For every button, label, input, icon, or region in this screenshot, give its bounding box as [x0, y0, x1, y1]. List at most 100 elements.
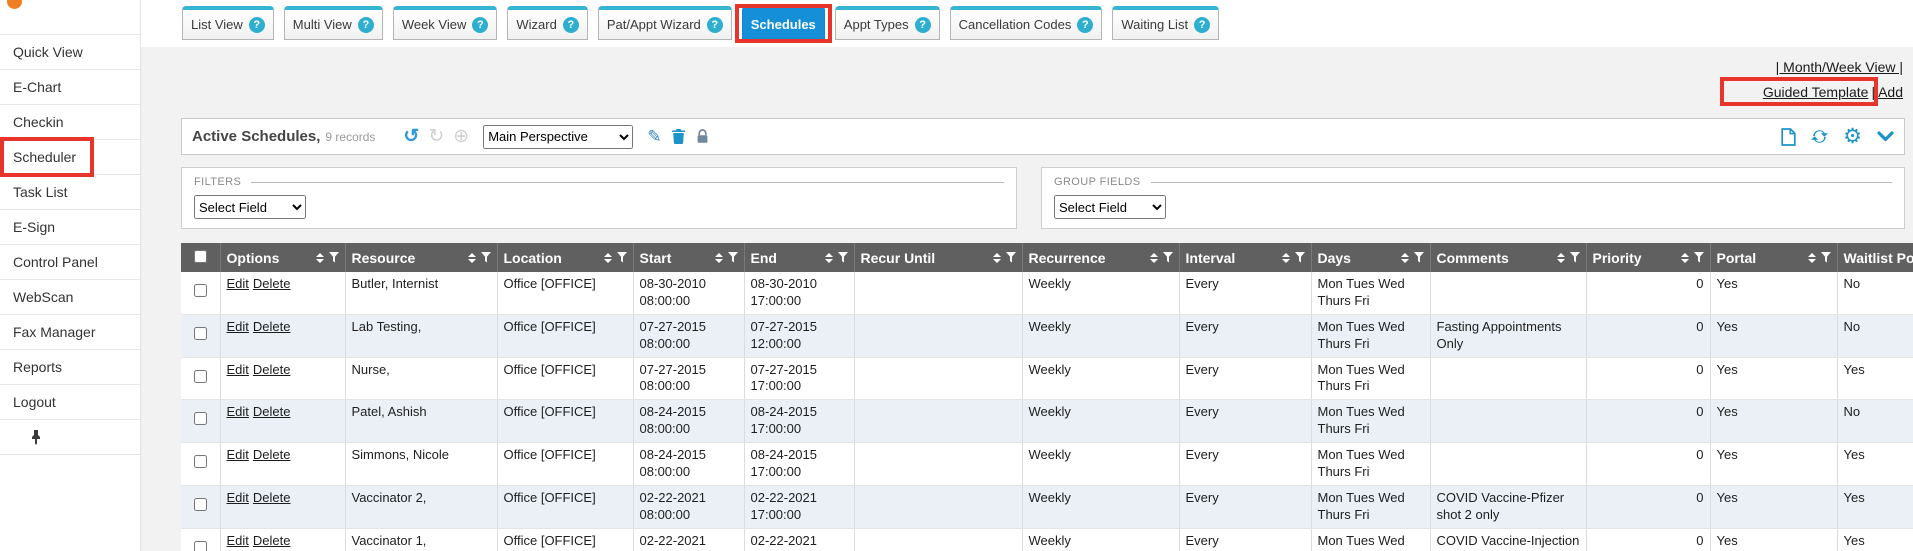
chevron-down-icon[interactable]	[1877, 131, 1894, 142]
sort-icon[interactable]	[1557, 253, 1565, 263]
edit-link[interactable]: Edit	[227, 362, 249, 377]
edit-link[interactable]: Edit	[227, 276, 249, 291]
portal-cell: Yes	[1710, 528, 1837, 551]
sort-icon[interactable]	[715, 253, 723, 263]
row-checkbox[interactable]	[194, 541, 207, 551]
sidebar-item-scheduler-label: Scheduler	[13, 149, 76, 165]
delete-link[interactable]: Delete	[253, 362, 291, 377]
tab-waiting-list[interactable]: Waiting List ?	[1112, 6, 1219, 40]
tab-pat-appt-wizard[interactable]: Pat/Appt Wizard ?	[598, 6, 732, 40]
sidebar-item-webscan[interactable]: WebScan	[0, 280, 140, 315]
filters-field-select[interactable]: Select Field	[194, 195, 306, 219]
sort-icon[interactable]	[1401, 253, 1409, 263]
filter-icon[interactable]	[838, 252, 848, 263]
filter-icon[interactable]	[1821, 252, 1831, 263]
edit-link[interactable]: Edit	[227, 404, 249, 419]
sort-icon[interactable]	[993, 253, 1001, 263]
sidebar-item-e-chart[interactable]: E-Chart	[0, 70, 140, 105]
month-week-view-link[interactable]: | Month/Week View |	[1776, 59, 1903, 75]
help-icon[interactable]: ?	[1194, 17, 1210, 33]
tab-multi-view-label: Multi View	[293, 17, 352, 32]
edit-link[interactable]: Edit	[227, 319, 249, 334]
resource-cell: Patel, Ashish	[345, 400, 497, 443]
help-icon[interactable]: ?	[472, 17, 488, 33]
start-date: 02-22-2021	[640, 533, 738, 550]
tab-wizard[interactable]: Wizard ?	[507, 6, 587, 40]
sidebar-item-fax-manager[interactable]: Fax Manager	[0, 315, 140, 350]
delete-link[interactable]: Delete	[253, 404, 291, 419]
sort-icon[interactable]	[1150, 253, 1158, 263]
sidebar-item-e-sign[interactable]: E-Sign	[0, 210, 140, 245]
help-icon[interactable]: ?	[249, 17, 265, 33]
help-icon[interactable]: ?	[707, 17, 723, 33]
filter-icon[interactable]	[728, 252, 738, 263]
column-header-comments: Comments	[1430, 243, 1586, 272]
help-icon[interactable]: ?	[1077, 17, 1093, 33]
end-cell: 08-24-201517:00:00	[744, 443, 854, 486]
sidebar-item-quick-view[interactable]: Quick View	[0, 35, 140, 70]
delete-link[interactable]: Delete	[253, 319, 291, 334]
tab-list-view[interactable]: List View ?	[182, 6, 274, 40]
filter-icon[interactable]	[1006, 252, 1016, 263]
new-document-icon[interactable]	[1781, 128, 1796, 146]
tab-appt-types[interactable]: Appt Types ?	[835, 6, 940, 40]
priority-cell: 0	[1586, 357, 1710, 400]
row-checkbox[interactable]	[194, 455, 207, 468]
refresh-icon[interactable]	[1811, 128, 1828, 145]
filter-icon[interactable]	[329, 252, 339, 263]
sort-icon[interactable]	[604, 253, 612, 263]
filter-icon[interactable]	[481, 252, 491, 263]
filter-icon[interactable]	[1694, 252, 1704, 263]
trash-icon[interactable]	[672, 129, 685, 144]
sidebar-item-task-list[interactable]: Task List	[0, 175, 140, 210]
tab-multi-view[interactable]: Multi View ?	[284, 6, 383, 40]
group-fields-select[interactable]: Select Field	[1054, 195, 1166, 219]
sidebar-item-reports[interactable]: Reports	[0, 350, 140, 385]
lock-icon[interactable]	[696, 129, 709, 144]
sort-icon[interactable]	[1808, 253, 1816, 263]
filter-icon[interactable]	[1163, 252, 1173, 263]
filter-icon[interactable]	[1570, 252, 1580, 263]
delete-link[interactable]: Delete	[253, 447, 291, 462]
sort-icon[interactable]	[1282, 253, 1290, 263]
filter-icon[interactable]	[617, 252, 627, 263]
sidebar-item-checkin[interactable]: Checkin	[0, 105, 140, 140]
sort-icon[interactable]	[825, 253, 833, 263]
row-checkbox[interactable]	[194, 284, 207, 297]
undo-icon[interactable]: ↺	[403, 127, 419, 146]
help-icon[interactable]: ?	[358, 17, 374, 33]
edit-link[interactable]: Edit	[227, 533, 249, 548]
edit-link[interactable]: Edit	[227, 447, 249, 462]
row-checkbox[interactable]	[194, 412, 207, 425]
tab-week-view-label: Week View	[402, 17, 467, 32]
row-checkbox[interactable]	[194, 498, 207, 511]
edit-link[interactable]: Edit	[227, 490, 249, 505]
sidebar-item-scheduler[interactable]: Scheduler	[0, 140, 140, 175]
tab-schedules[interactable]: Schedules	[742, 6, 825, 40]
delete-link[interactable]: Delete	[253, 276, 291, 291]
help-icon[interactable]: ?	[563, 17, 579, 33]
tab-cancellation-codes[interactable]: Cancellation Codes ?	[950, 6, 1103, 40]
sidebar-item-control-panel[interactable]: Control Panel	[0, 245, 140, 280]
gear-icon[interactable]: ⚙	[1843, 126, 1862, 147]
row-checkbox[interactable]	[194, 370, 207, 383]
help-icon[interactable]: ?	[915, 17, 931, 33]
filter-icon[interactable]	[1295, 252, 1305, 263]
edit-perspective-icon[interactable]: ✎	[647, 128, 661, 145]
comments-cell	[1430, 443, 1586, 486]
perspective-select[interactable]: Main Perspective	[483, 125, 633, 149]
guided-template-link[interactable]: Guided Template	[1763, 84, 1869, 100]
delete-link[interactable]: Delete	[253, 490, 291, 505]
add-link[interactable]: Add	[1878, 84, 1903, 100]
select-all-checkbox[interactable]	[194, 250, 207, 263]
sort-icon[interactable]	[1681, 253, 1689, 263]
tab-week-view[interactable]: Week View ?	[393, 6, 498, 40]
location-cell: Office [OFFICE]	[497, 314, 633, 357]
filter-icon[interactable]	[1414, 252, 1424, 263]
sidebar-item-logout[interactable]: Logout	[0, 385, 140, 420]
sort-icon[interactable]	[316, 253, 324, 263]
pin-icon[interactable]	[30, 429, 42, 445]
row-checkbox[interactable]	[194, 327, 207, 340]
delete-link[interactable]: Delete	[253, 533, 291, 548]
sort-icon[interactable]	[468, 253, 476, 263]
